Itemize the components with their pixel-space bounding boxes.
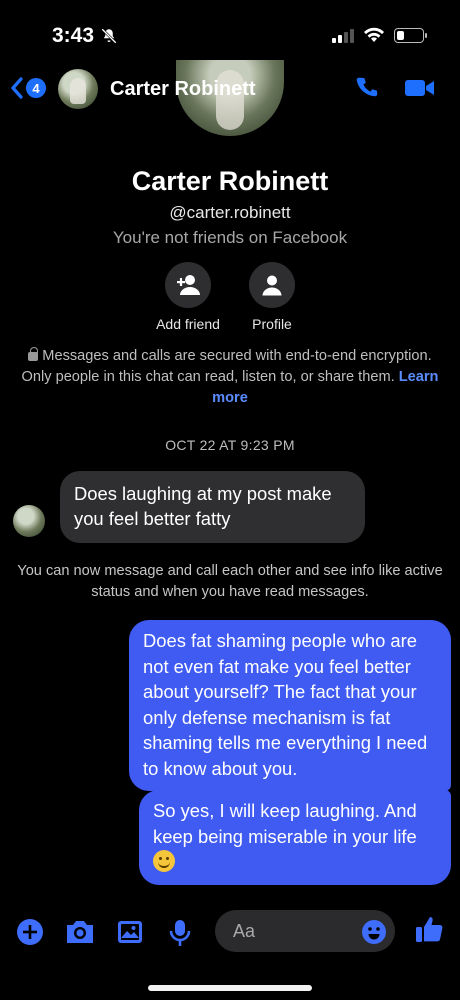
camera-icon xyxy=(67,921,93,943)
profile-label: Profile xyxy=(252,316,292,332)
contact-avatar[interactable] xyxy=(58,69,98,109)
clock-text: 3:43 xyxy=(52,24,95,47)
battery-fill xyxy=(397,30,405,40)
back-button[interactable]: 4 xyxy=(10,76,46,100)
gallery-icon xyxy=(118,921,142,943)
bell-slash-icon xyxy=(101,28,117,44)
emoji-button[interactable] xyxy=(361,919,387,950)
home-indicator[interactable] xyxy=(148,985,312,991)
plus-icon xyxy=(17,919,43,945)
gallery-button[interactable] xyxy=(116,918,144,951)
contact-name[interactable]: Carter Robinett xyxy=(110,78,256,101)
outgoing-message[interactable]: So yes, I will keep laughing. And keep b… xyxy=(139,790,451,885)
voice-message-button[interactable] xyxy=(168,918,192,953)
status-time: 3:43 xyxy=(52,24,118,48)
unread-count-badge: 4 xyxy=(26,78,46,98)
status-bar: 3:43 xyxy=(0,0,460,62)
wifi-icon xyxy=(364,27,384,42)
sender-avatar[interactable] xyxy=(13,505,45,537)
like-button[interactable] xyxy=(414,914,444,949)
cellular-signal-icon xyxy=(332,28,354,43)
video-camera-icon xyxy=(405,80,434,96)
chat-header: 4 Carter Robinett xyxy=(0,62,460,118)
incoming-message[interactable]: Does laughing at my post make you feel b… xyxy=(60,471,365,543)
message-input[interactable]: Aa xyxy=(215,910,395,952)
friend-status: You're not friends on Facebook xyxy=(112,228,348,247)
microphone-icon xyxy=(169,920,191,946)
person-icon xyxy=(262,275,282,296)
profile-handle: @carter.robinett xyxy=(169,203,291,222)
add-person-icon xyxy=(177,275,200,295)
thumbs-up-icon xyxy=(416,917,443,942)
camera-button[interactable] xyxy=(64,918,96,951)
more-actions-button[interactable] xyxy=(16,918,44,951)
message-composer: Aa xyxy=(0,908,460,958)
battery-icon xyxy=(394,27,427,43)
chevron-left-icon xyxy=(11,77,23,99)
outgoing-message[interactable]: Does fat shaming people who are not even… xyxy=(129,620,451,791)
encryption-notice: Messages and calls are secured with end-… xyxy=(20,346,440,409)
smiling-face-emoji xyxy=(153,850,175,872)
emoji-icon xyxy=(362,920,386,944)
add-friend-circle[interactable] xyxy=(165,262,211,308)
profile-name: Carter Robinett xyxy=(131,166,329,196)
phone-icon xyxy=(356,77,378,97)
voice-call-button[interactable] xyxy=(354,75,380,106)
encryption-text: Messages and calls are secured with end-… xyxy=(21,348,432,385)
video-call-button[interactable] xyxy=(404,77,436,104)
message-input-placeholder: Aa xyxy=(233,921,256,941)
outgoing-message-text: So yes, I will keep laughing. And keep b… xyxy=(153,800,417,847)
add-friend-label: Add friend xyxy=(156,316,220,332)
message-timestamp: OCT 22 AT 9:23 PM xyxy=(165,437,295,453)
status-icons xyxy=(332,27,427,43)
lock-icon xyxy=(28,347,39,361)
system-notice: You can now message and call each other … xyxy=(17,563,443,600)
view-profile-button[interactable]: Profile xyxy=(227,262,317,332)
profile-circle[interactable] xyxy=(249,262,295,308)
add-friend-button[interactable]: Add friend xyxy=(143,262,233,332)
